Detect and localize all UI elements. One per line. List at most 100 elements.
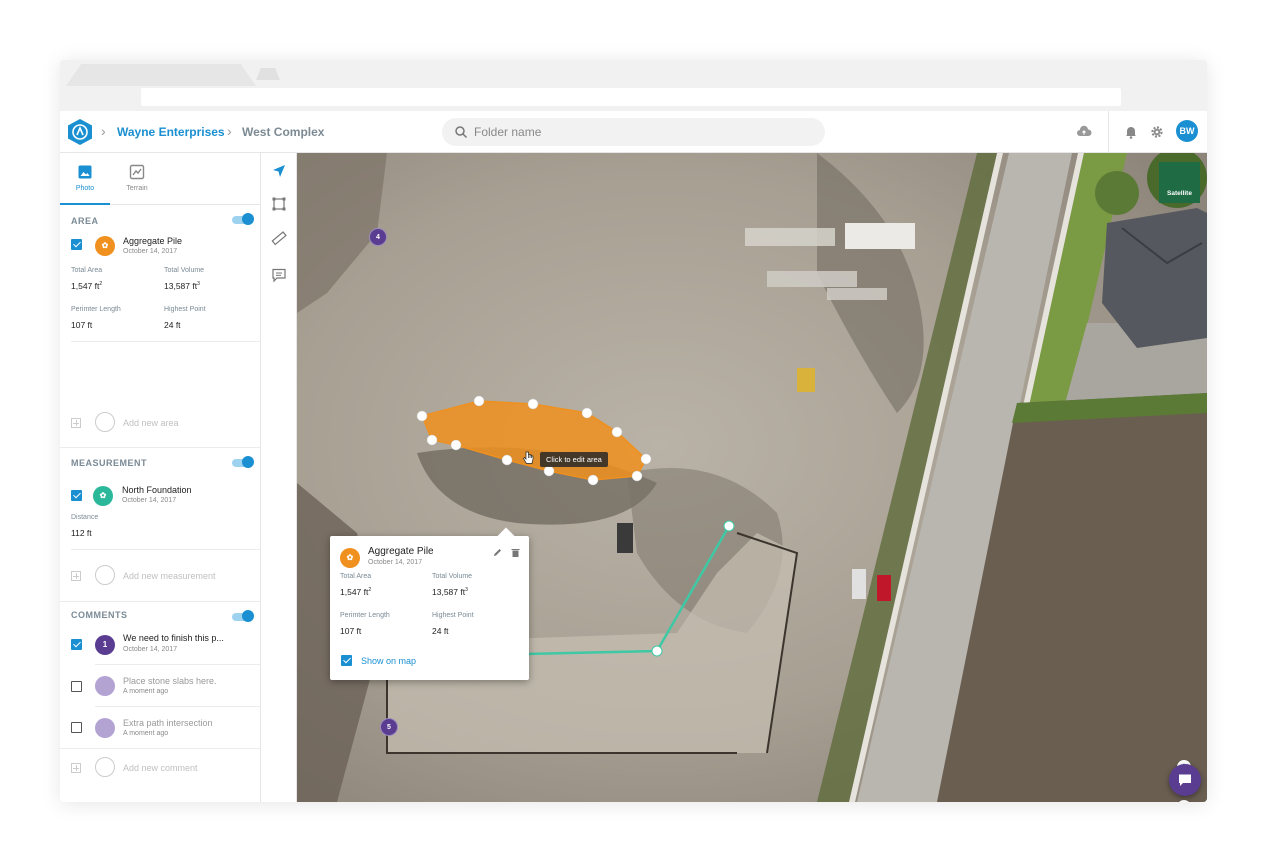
search-input[interactable]	[474, 123, 804, 141]
measurement-item-name[interactable]: North Foundation	[122, 485, 192, 495]
metric-value: 1,547 ft2	[71, 281, 103, 291]
comments-toggle[interactable]	[232, 610, 254, 622]
comment-number-badge: 1	[95, 635, 115, 655]
comment-tool-icon[interactable]	[271, 267, 287, 283]
add-area-row[interactable]: Add new area	[60, 408, 261, 438]
area-shape-icon	[95, 412, 115, 432]
comment-number-badge	[95, 676, 115, 696]
metric-label: Distance	[71, 514, 99, 521]
annotation-layer	[389, 395, 735, 663]
breadcrumb-organization[interactable]: Wayne Enterprises	[117, 125, 225, 139]
browser-tab[interactable]	[66, 64, 256, 86]
measurement-item-icon: ✿	[93, 486, 113, 506]
area-item-date: October 14, 2017	[123, 248, 178, 255]
search-box	[442, 118, 825, 146]
area-info-card: ✿ Aggregate Pile October 14, 2017 Total …	[330, 536, 529, 680]
gear-icon[interactable]	[1149, 124, 1165, 140]
metric-value: 107 ft	[71, 320, 93, 330]
show-on-map-checkbox[interactable]	[341, 655, 352, 666]
hand-cursor-icon	[523, 451, 534, 464]
card-title: Aggregate Pile	[368, 546, 434, 557]
tab-terrain-label: Terrain	[126, 185, 148, 192]
tab-terrain[interactable]: Terrain	[112, 153, 162, 205]
comment-pin[interactable]: 4	[369, 228, 387, 246]
comment-pin[interactable]: 5	[380, 718, 398, 736]
new-tab-button[interactable]	[256, 68, 280, 80]
navigate-arrow-icon[interactable]	[271, 163, 287, 179]
comment-time: A moment ago	[123, 730, 169, 737]
sidebar-tabs: Photo Terrain	[60, 153, 261, 205]
comment-text[interactable]: We need to finish this p...	[123, 633, 224, 643]
edit-pencil-icon[interactable]	[492, 547, 503, 558]
edit-area-tooltip: Click to edit area	[540, 452, 608, 467]
app-window: › Wayne Enterprises › West Complex BW	[60, 60, 1207, 802]
area-toggle[interactable]	[232, 213, 254, 225]
tab-photo[interactable]: Photo	[60, 153, 110, 205]
cloud-upload-icon[interactable]	[1076, 124, 1092, 140]
add-icon	[71, 763, 81, 773]
measurement-item-date: October 14, 2017	[122, 497, 177, 504]
metric-label: Total Volume	[164, 267, 205, 274]
divider	[60, 447, 261, 448]
header-divider	[1108, 111, 1109, 153]
area-item-checkbox[interactable]	[71, 239, 82, 250]
metric-value: 13,587 ft3	[164, 281, 200, 291]
metric-label: Perimter Length	[340, 612, 390, 619]
metric-label: Highest Point	[432, 612, 474, 619]
show-on-map-label[interactable]: Show on map	[361, 656, 416, 666]
app-logo-icon[interactable]	[66, 118, 94, 146]
sidebar: Photo Terrain AREA ✿ Aggregate Pile Octo…	[60, 153, 261, 802]
breadcrumb-separator: ›	[227, 123, 232, 139]
metric-value: 13,587 ft3	[432, 587, 468, 597]
metric-value: 107 ft	[340, 626, 362, 636]
chat-icon	[1179, 774, 1191, 786]
chat-button[interactable]	[1169, 764, 1201, 796]
user-avatar[interactable]: BW	[1176, 120, 1198, 142]
tab-photo-label: Photo	[75, 185, 95, 192]
comment-bubble-icon	[95, 757, 115, 777]
add-measurement-row[interactable]: Add new measurement	[60, 561, 261, 591]
comment-number-badge	[95, 718, 115, 738]
satellite-toggle-button[interactable]: Satellite	[1159, 162, 1200, 203]
metric-value: 1,547 ft2	[340, 587, 372, 597]
divider	[60, 748, 261, 749]
breadcrumb-separator: ›	[101, 123, 106, 139]
area-tool-icon[interactable]	[271, 196, 287, 212]
area-section-title: AREA	[71, 216, 99, 226]
divider	[95, 706, 261, 707]
breadcrumb-project: West Complex	[242, 125, 325, 139]
metric-label: Total Area	[71, 267, 103, 274]
metric-label: Total Area	[340, 573, 372, 580]
comments-section-title: COMMENTS	[71, 610, 128, 620]
comment-checkbox[interactable]	[71, 722, 82, 733]
address-bar[interactable]	[141, 88, 1121, 106]
app-header: › Wayne Enterprises › West Complex BW	[60, 111, 1207, 153]
area-item-name[interactable]: Aggregate Pile	[123, 236, 182, 246]
ruler-icon	[95, 565, 115, 585]
comment-text[interactable]: Place stone slabs here.	[123, 676, 217, 686]
comment-checkbox[interactable]	[71, 639, 82, 650]
photo-icon	[78, 165, 92, 179]
measurement-item-checkbox[interactable]	[71, 490, 82, 501]
bell-icon[interactable]	[1123, 124, 1139, 140]
map-view[interactable]: Satellite 4 5 Click to edit area ⌖ + − ✿…	[297, 153, 1207, 802]
add-comment-row[interactable]: Add new comment	[60, 753, 261, 783]
tool-rail	[261, 153, 297, 802]
metric-value: 24 ft	[432, 626, 449, 636]
divider	[60, 601, 261, 602]
comment-checkbox[interactable]	[71, 681, 82, 692]
comment-text[interactable]: Extra path intersection	[123, 718, 213, 728]
comment-time: A moment ago	[123, 688, 169, 695]
add-icon	[71, 571, 81, 581]
terrain-icon	[129, 164, 145, 180]
add-area-label: Add new area	[123, 418, 179, 428]
add-icon	[71, 418, 81, 428]
ruler-tool-icon[interactable]	[271, 230, 287, 246]
metric-label: Highest Point	[164, 306, 206, 313]
trash-icon[interactable]	[510, 547, 521, 558]
comment-time: October 14, 2017	[123, 646, 178, 653]
add-measurement-label: Add new measurement	[123, 571, 216, 581]
area-item-icon: ✿	[95, 236, 115, 256]
measurement-toggle[interactable]	[232, 456, 254, 468]
metric-value: 24 ft	[164, 320, 181, 330]
